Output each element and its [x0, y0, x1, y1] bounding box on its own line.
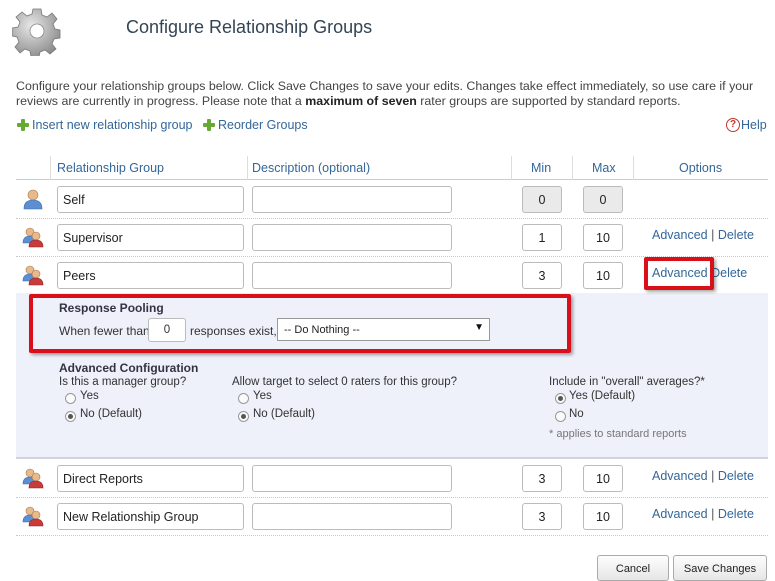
advanced-link[interactable]: Advanced	[652, 266, 708, 280]
reorder-groups-label: Reorder Groups	[218, 118, 308, 132]
header-description: Description (optional)	[252, 161, 371, 175]
group-name-input[interactable]: Peers	[57, 262, 244, 289]
advanced-link[interactable]: Advanced	[652, 507, 708, 521]
insert-group-label: Insert new relationship group	[32, 118, 193, 132]
header-min: Min	[531, 161, 552, 175]
zero-raters-no-label: No (Default)	[253, 408, 315, 420]
row-options: Advanced | Delete	[652, 507, 754, 521]
reorder-groups-link[interactable]: Reorder Groups	[202, 118, 308, 132]
zero-raters-question: Allow target to select 0 raters for this…	[232, 376, 457, 388]
table-row: Supervisor 1 10 Advanced | Delete	[16, 219, 768, 257]
manager-yes-radio[interactable]	[65, 393, 76, 404]
group-description-input[interactable]	[252, 503, 452, 530]
group-name-input[interactable]: New Relationship Group	[57, 503, 244, 530]
dropdown-arrow-icon: ▼	[474, 322, 484, 333]
min-input[interactable]: 3	[522, 503, 562, 530]
group-description-input[interactable]	[252, 262, 452, 289]
row-options: Advanced Delete	[652, 266, 747, 280]
intro-bold: maximum of seven	[305, 94, 417, 108]
max-input: 0	[583, 186, 623, 213]
cancel-button[interactable]: Cancel	[597, 555, 669, 581]
max-input[interactable]: 10	[583, 465, 623, 492]
group-description-input[interactable]	[252, 465, 452, 492]
delete-link[interactable]: Delete	[718, 469, 754, 483]
zero-raters-yes-label: Yes	[253, 390, 272, 402]
options-separator: |	[711, 469, 715, 483]
question-icon: ?	[726, 118, 740, 132]
intro-part2: rater groups are supported by standard r…	[416, 94, 681, 108]
table-row: Self 0 0	[16, 181, 768, 219]
options-separator: |	[711, 228, 715, 242]
group-name-input[interactable]: Self	[57, 186, 244, 213]
min-input[interactable]: 3	[522, 465, 562, 492]
zero-raters-yes-radio[interactable]	[238, 393, 249, 404]
pooling-select-value: -- Do Nothing --	[284, 324, 360, 336]
page-header: Configure Relationship Groups	[0, 0, 775, 62]
insert-group-link[interactable]: Insert new relationship group	[16, 118, 193, 132]
max-input[interactable]: 10	[583, 224, 623, 251]
zero-raters-no-radio[interactable]	[238, 411, 249, 422]
user-group-icon	[22, 227, 44, 248]
manager-question: Is this a manager group?	[59, 376, 187, 388]
overall-yes-radio[interactable]	[555, 393, 566, 404]
header-options: Options	[679, 161, 723, 175]
overall-no-label: No	[569, 408, 584, 420]
table-row: Direct Reports 3 10 Advanced | Delete	[16, 460, 768, 498]
overall-yes-label: Yes (Default)	[569, 390, 636, 402]
plus-icon	[16, 118, 30, 132]
manager-yes-label: Yes	[80, 390, 99, 402]
overall-question: Include in "overall" averages?*	[549, 376, 705, 388]
group-description-input[interactable]	[252, 186, 452, 213]
user-group-icon	[22, 468, 44, 489]
gear-icon	[12, 8, 61, 56]
delete-link[interactable]: Delete	[718, 507, 754, 521]
manager-no-radio[interactable]	[65, 411, 76, 422]
advanced-link[interactable]: Advanced	[652, 469, 708, 483]
pooling-prefix: When fewer than	[59, 324, 150, 338]
user-group-icon	[22, 265, 44, 286]
footnote: * applies to standard reports	[549, 428, 687, 440]
user-icon	[23, 189, 43, 210]
group-name-input[interactable]: Direct Reports	[57, 465, 244, 492]
help-label: Help	[741, 118, 767, 132]
plus-icon	[202, 118, 216, 132]
pooling-suffix: responses exist,	[190, 324, 277, 338]
intro-text: Configure your relationship groups below…	[16, 79, 766, 109]
overall-no-radio[interactable]	[555, 411, 566, 422]
page-title: Configure Relationship Groups	[126, 17, 373, 37]
options-separator: |	[711, 507, 715, 521]
row-options: Advanced | Delete	[652, 228, 754, 242]
delete-link[interactable]: Delete	[718, 228, 754, 242]
group-name-input[interactable]: Supervisor	[57, 224, 244, 251]
row-options: Advanced | Delete	[652, 469, 754, 483]
advanced-config-title: Advanced Configuration	[59, 361, 199, 375]
delete-link[interactable]: Delete	[711, 266, 747, 280]
table-row: New Relationship Group 3 10 Advanced | D…	[16, 498, 768, 536]
user-group-icon	[22, 506, 44, 527]
min-input: 0	[522, 186, 562, 213]
pooling-action-select[interactable]: -- Do Nothing -- ▼	[277, 318, 490, 341]
pooling-threshold-input[interactable]: 0	[148, 318, 186, 342]
table-header: Relationship Group Description (optional…	[16, 156, 768, 180]
max-input[interactable]: 10	[583, 503, 623, 530]
group-description-input[interactable]	[252, 224, 452, 251]
min-input[interactable]: 3	[522, 262, 562, 289]
help-link[interactable]: ? Help	[726, 118, 767, 132]
advanced-link[interactable]: Advanced	[652, 228, 708, 242]
advanced-panel: Response Pooling When fewer than 0 respo…	[16, 293, 768, 459]
manager-no-label: No (Default)	[80, 408, 142, 420]
min-input[interactable]: 1	[522, 224, 562, 251]
header-max: Max	[592, 161, 616, 175]
save-changes-button[interactable]: Save Changes	[673, 555, 767, 581]
max-input[interactable]: 10	[583, 262, 623, 289]
table-row: Peers 3 10 Advanced Delete	[16, 257, 768, 295]
header-group: Relationship Group	[57, 161, 165, 175]
pooling-title: Response Pooling	[59, 301, 164, 315]
